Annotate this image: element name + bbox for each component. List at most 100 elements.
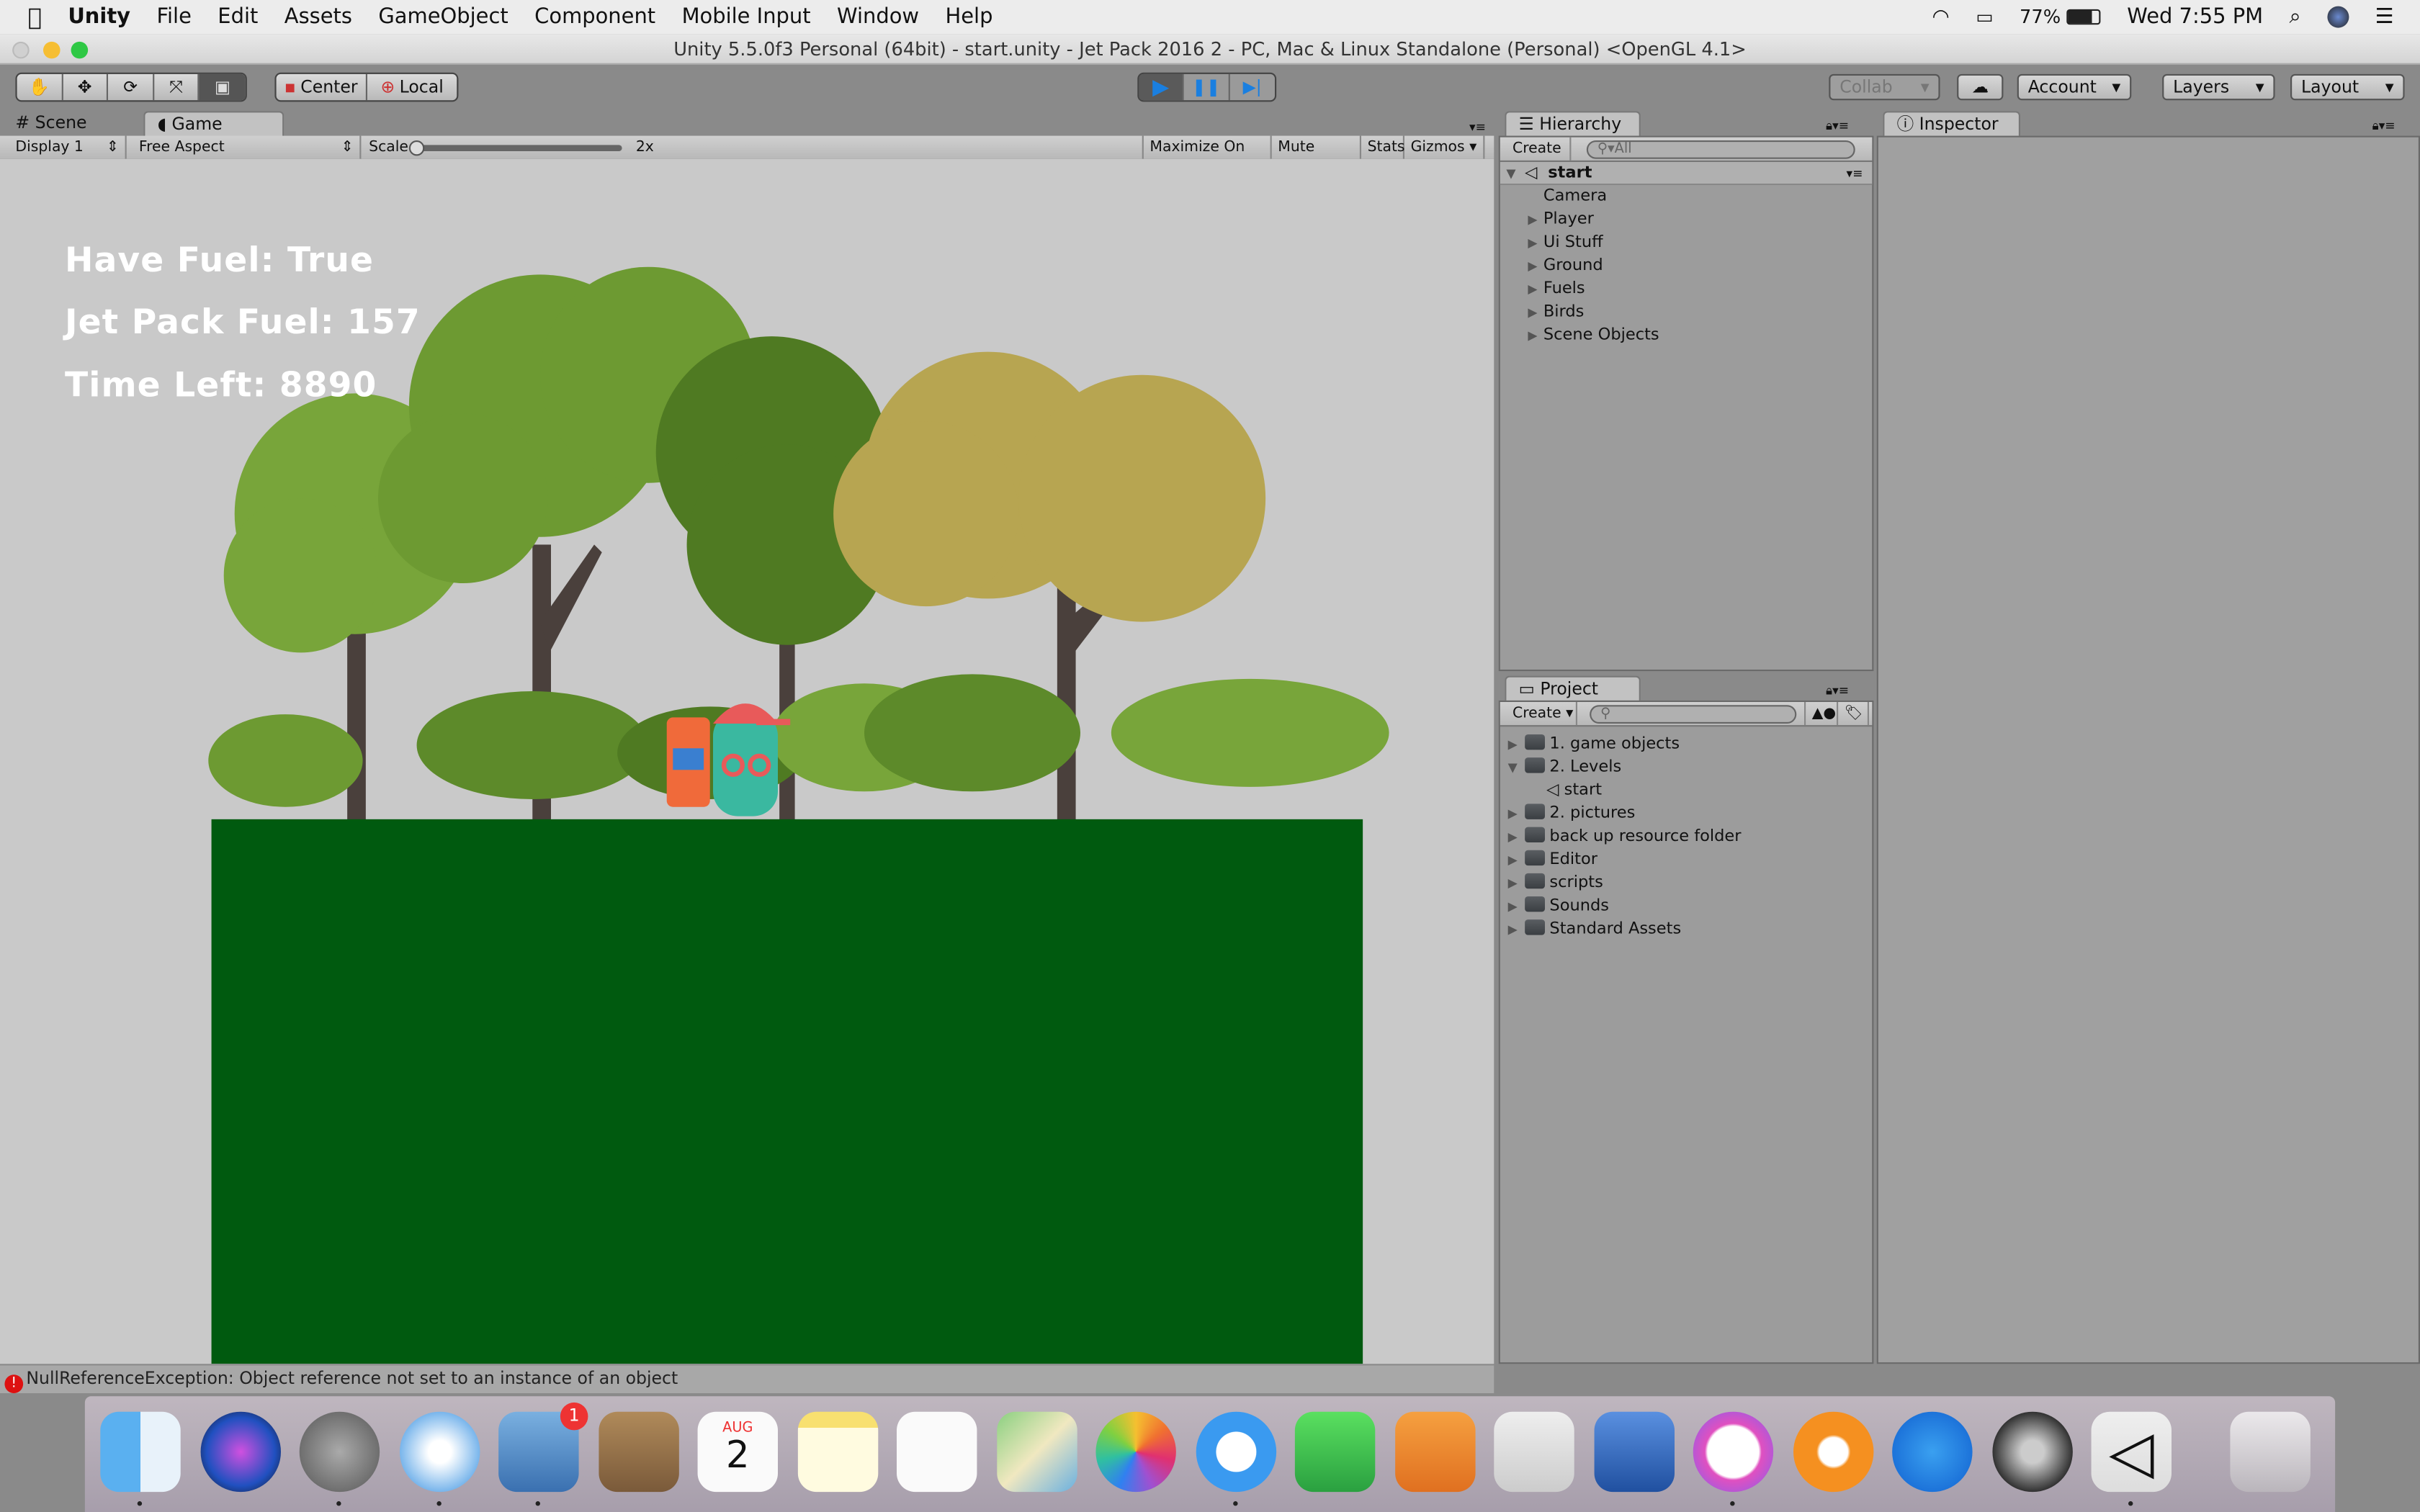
apple-menu-icon[interactable]:  xyxy=(28,3,42,31)
project-item[interactable]: ▶ Editor xyxy=(1500,849,1872,872)
panel-menu-icon[interactable]: ▾≡ xyxy=(1469,120,1486,134)
project-item[interactable]: ▶ Standard Assets xyxy=(1500,918,1872,941)
hierarchy-item[interactable]: ▶ Ground xyxy=(1500,255,1872,278)
hand-tool-icon[interactable]: ✋ xyxy=(17,73,63,101)
expand-arrow-icon[interactable]: ▶ xyxy=(1528,231,1537,254)
tab-inspector[interactable]: ⓘ Inspector xyxy=(1883,111,2020,138)
project-item[interactable]: ▶ back up resource folder xyxy=(1500,825,1872,848)
project-item[interactable]: ▼ 2. Levels xyxy=(1500,756,1872,779)
expand-arrow-icon[interactable]: ▶ xyxy=(1508,872,1518,895)
project-search-input[interactable]: ⚲ xyxy=(1590,705,1797,724)
minimize-button[interactable] xyxy=(43,41,60,59)
layout-dropdown[interactable]: Layout ▾ xyxy=(2290,73,2405,101)
rotate-tool-icon[interactable]: ⟳ xyxy=(108,73,154,101)
filter-by-label-icon[interactable]: 🏷︎ xyxy=(1838,701,1869,726)
itunes-dock-icon[interactable] xyxy=(1693,1411,1774,1493)
expand-arrow-icon[interactable]: ▶ xyxy=(1528,278,1537,301)
maximize-on-play-toggle[interactable]: Maximize On Play xyxy=(1142,135,1272,179)
aspect-select[interactable]: Free Aspect ⇕ xyxy=(133,135,362,159)
stats-toggle[interactable]: Stats xyxy=(1361,135,1405,159)
project-item[interactable]: ▶ 1. game objects xyxy=(1500,733,1872,756)
siri-dock-icon[interactable] xyxy=(200,1411,280,1493)
safari-dock-icon[interactable] xyxy=(398,1411,480,1493)
hierarchy-item[interactable]: ▶ Fuels xyxy=(1500,278,1872,301)
scale-tool-icon[interactable]: ⤧ xyxy=(154,73,200,101)
cloud-button[interactable]: ☁ xyxy=(1957,73,2004,101)
tab-hierarchy[interactable]: ☰ Hierarchy xyxy=(1505,111,1641,138)
status-message[interactable]: NullReferenceException: Object reference… xyxy=(26,1369,678,1389)
trash-dock-icon[interactable] xyxy=(2229,1411,2310,1493)
tab-scene[interactable]: # Scene xyxy=(3,111,134,135)
numbers-dock-icon[interactable] xyxy=(1494,1411,1574,1493)
battery-icon[interactable] xyxy=(2066,9,2101,25)
pages-dock-icon[interactable] xyxy=(1394,1411,1475,1493)
expand-arrow-icon[interactable]: ▼ xyxy=(1506,162,1515,185)
project-create-button[interactable]: Create ▾ xyxy=(1506,701,1577,726)
expand-arrow-icon[interactable]: ▶ xyxy=(1508,802,1518,825)
expand-arrow-icon[interactable]: ▶ xyxy=(1508,825,1518,848)
mail-dock-icon[interactable]: 1 xyxy=(498,1402,588,1493)
layers-dropdown[interactable]: Layers ▾ xyxy=(2162,73,2275,101)
menu-component[interactable]: Component xyxy=(534,4,655,29)
system-preferences-dock-icon[interactable] xyxy=(1991,1411,2072,1493)
expand-arrow-icon[interactable]: ▶ xyxy=(1508,849,1518,872)
menu-edit[interactable]: Edit xyxy=(218,4,258,29)
zoom-button[interactable] xyxy=(71,41,89,59)
pivot-local-button[interactable]: ⊕ Local xyxy=(367,74,457,100)
ibooks-dock-icon[interactable] xyxy=(1792,1411,1873,1493)
notes-dock-icon[interactable] xyxy=(797,1411,878,1493)
expand-arrow-icon[interactable]: ▶ xyxy=(1508,895,1518,918)
project-item[interactable]: ▶ scripts xyxy=(1500,872,1872,895)
menu-mobile-input[interactable]: Mobile Input xyxy=(682,4,811,29)
expand-arrow-icon[interactable]: ▶ xyxy=(1528,301,1537,324)
expand-arrow-icon[interactable]: ▶ xyxy=(1528,208,1537,231)
hierarchy-item[interactable]: ▶ Birds xyxy=(1500,301,1872,324)
hierarchy-create-button[interactable]: Create ▾ xyxy=(1506,137,1572,181)
filter-by-type-icon[interactable]: ▲● xyxy=(1804,701,1839,726)
expand-arrow-icon[interactable]: ▶ xyxy=(1528,324,1537,347)
airplay-icon[interactable]: ▭ xyxy=(1976,6,1993,28)
scene-root-row[interactable]: ▼ ◁ start ▾≡ xyxy=(1500,162,1873,186)
pivot-center-button[interactable]: ▪ Center xyxy=(277,73,367,101)
close-button[interactable] xyxy=(12,41,30,59)
expand-arrow-icon[interactable]: ▼ xyxy=(1508,756,1518,779)
spotlight-icon[interactable]: ⌕ xyxy=(2290,4,2301,29)
tab-project[interactable]: ▭ Project xyxy=(1505,675,1641,702)
launchpad-dock-icon[interactable] xyxy=(299,1411,380,1493)
reminders-dock-icon[interactable] xyxy=(897,1411,977,1493)
console-status-bar[interactable]: ! NullReferenceException: Object referenc… xyxy=(0,1365,1494,1393)
photos-dock-icon[interactable] xyxy=(1095,1411,1176,1493)
unity-dock-icon[interactable]: ◁ xyxy=(2091,1411,2172,1493)
project-item[interactable]: ▶ Sounds xyxy=(1500,895,1872,918)
lock-icon[interactable]: 🔒︎▾≡ xyxy=(2372,119,2396,134)
display-select[interactable]: Display 1 ⇕ xyxy=(9,135,127,159)
move-tool-icon[interactable]: ✥ xyxy=(63,73,109,101)
project-item[interactable]: ◁ start xyxy=(1500,779,1872,802)
menu-assets[interactable]: Assets xyxy=(284,4,352,29)
menu-window[interactable]: Window xyxy=(837,4,919,29)
maps-dock-icon[interactable] xyxy=(996,1411,1077,1493)
user-avatar-icon[interactable] xyxy=(2327,6,2349,28)
calendar-dock-icon[interactable]: AUG 2 xyxy=(697,1411,778,1493)
finder-dock-icon[interactable] xyxy=(100,1411,181,1493)
hierarchy-item[interactable]: ▶ Ui Stuff xyxy=(1500,231,1872,254)
contacts-dock-icon[interactable] xyxy=(598,1411,678,1493)
clock[interactable]: Wed 7:55 PM xyxy=(2127,4,2263,29)
gizmos-dropdown[interactable]: Gizmos ▾ xyxy=(1404,135,1485,159)
expand-arrow-icon[interactable]: ▶ xyxy=(1508,918,1518,941)
rect-tool-icon[interactable]: ▣ xyxy=(200,73,246,101)
hierarchy-search-input[interactable]: ⚲▾All xyxy=(1586,140,1855,159)
notification-center-icon[interactable]: ☰ xyxy=(2375,4,2394,29)
collab-button[interactable]: Collab ▾ xyxy=(1829,73,1940,101)
menu-unity[interactable]: Unity xyxy=(68,4,130,29)
pause-button[interactable]: ❚❚ xyxy=(1184,73,1230,101)
mute-audio-toggle[interactable]: Mute Audio xyxy=(1272,135,1361,179)
facetime-dock-icon[interactable] xyxy=(1294,1411,1376,1493)
project-item[interactable]: ▶ 2. pictures xyxy=(1500,802,1872,825)
messages-dock-icon[interactable] xyxy=(1195,1411,1276,1493)
lock-icon[interactable]: 🔒︎▾≡ xyxy=(1826,683,1849,698)
expand-arrow-icon[interactable]: ▶ xyxy=(1508,733,1518,756)
lock-icon[interactable]: 🔒︎▾≡ xyxy=(1826,119,1849,134)
wifi-icon[interactable]: ◠ xyxy=(1932,6,1950,29)
tab-game[interactable]: ◖ Game xyxy=(143,111,284,138)
